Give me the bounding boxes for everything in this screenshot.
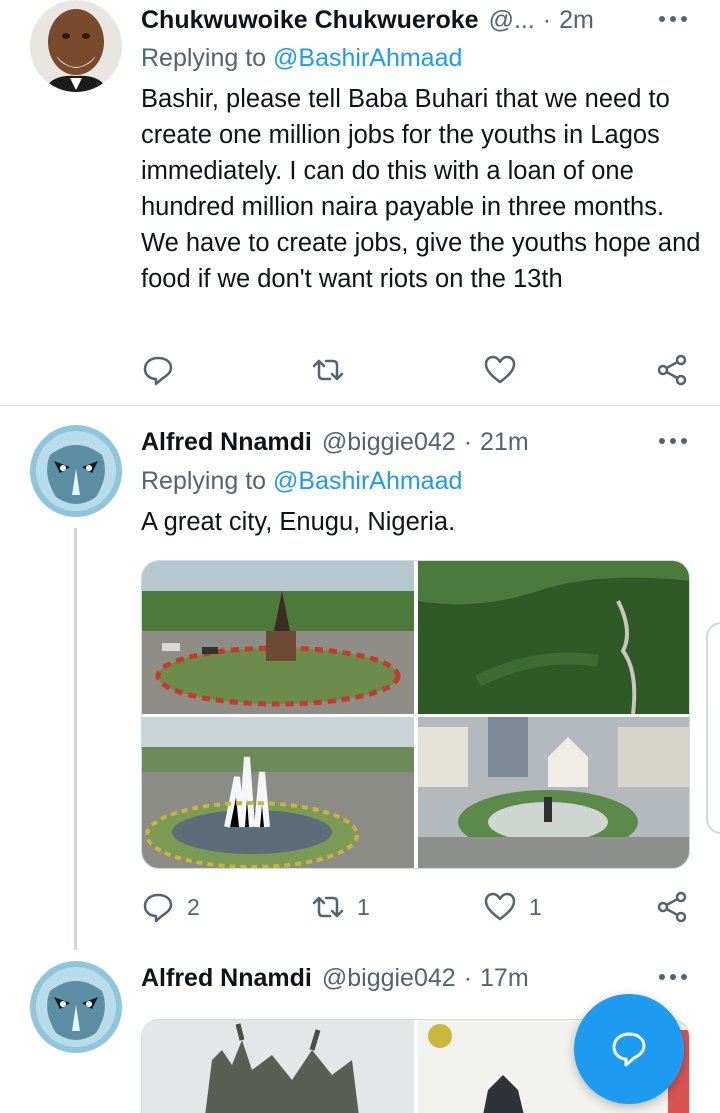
reply-icon bbox=[143, 356, 173, 386]
tweet-header: Alfred Nnamdi @biggie042 · 21m bbox=[141, 422, 720, 462]
user-handle[interactable]: @biggie042 bbox=[322, 428, 456, 457]
photo-hillside-road bbox=[418, 561, 689, 714]
share-icon bbox=[657, 891, 687, 923]
tweet-text: Bashir, please tell Baba Buhari that we … bbox=[141, 85, 701, 293]
heart-icon bbox=[484, 355, 516, 384]
avatar[interactable] bbox=[30, 961, 122, 1053]
avatar[interactable] bbox=[30, 425, 122, 517]
user-handle[interactable]: @... bbox=[489, 6, 535, 35]
retweet-count: 1 bbox=[357, 893, 370, 920]
mention-link[interactable]: @BashirAhmaad bbox=[273, 44, 462, 72]
reply-button[interactable]: 2 bbox=[141, 887, 200, 927]
reply-icon bbox=[143, 893, 173, 923]
like-button[interactable] bbox=[483, 350, 529, 390]
thread-line bbox=[74, 528, 77, 950]
display-name[interactable]: Alfred Nnamdi bbox=[141, 428, 312, 457]
media-photo-1[interactable] bbox=[142, 1020, 414, 1113]
photo-city-center bbox=[418, 717, 689, 868]
tweet-header: Alfred Nnamdi @biggie042 · 17m bbox=[141, 958, 720, 998]
display-name[interactable]: Alfred Nnamdi bbox=[141, 964, 312, 993]
more-options-button[interactable] bbox=[658, 426, 688, 456]
media-photo-4[interactable] bbox=[418, 717, 689, 868]
media-photo-1[interactable] bbox=[142, 561, 414, 714]
reply-button[interactable] bbox=[141, 350, 187, 390]
more-icon bbox=[659, 16, 687, 22]
media-photo-3[interactable] bbox=[142, 717, 414, 868]
scroll-edge-handle[interactable] bbox=[706, 622, 720, 834]
display-name[interactable]: Chukwuwoike Chukwueroke bbox=[141, 6, 479, 35]
tweet-1[interactable]: Chukwuwoike Chukwueroke @... · 2m Replyi… bbox=[0, 0, 720, 405]
compose-reply-icon bbox=[612, 1032, 646, 1067]
retweet-button[interactable]: 1 bbox=[311, 887, 370, 927]
more-options-button[interactable] bbox=[658, 962, 688, 992]
like-button[interactable]: 1 bbox=[483, 887, 542, 927]
separator: · bbox=[463, 963, 473, 992]
more-icon bbox=[659, 438, 687, 444]
heart-icon bbox=[484, 892, 516, 921]
replying-to: Replying to @BashirAhmaad bbox=[141, 467, 462, 496]
replying-to: Replying to @BashirAhmaad bbox=[141, 44, 462, 73]
tweet-actions bbox=[141, 350, 701, 390]
reply-count: 2 bbox=[187, 893, 200, 920]
timestamp[interactable]: 17m bbox=[480, 964, 529, 993]
replying-to-label: Replying to bbox=[141, 44, 274, 72]
avatar-image bbox=[30, 0, 122, 92]
share-icon bbox=[657, 354, 687, 386]
compose-reply-button[interactable] bbox=[574, 994, 684, 1104]
avatar-image bbox=[30, 425, 122, 517]
replying-to-label: Replying to bbox=[141, 467, 274, 495]
timestamp[interactable]: 2m bbox=[559, 6, 594, 35]
mention-link[interactable]: @BashirAhmaad bbox=[273, 467, 462, 495]
more-options-button[interactable] bbox=[658, 4, 688, 34]
photo-roundabout-statue bbox=[142, 561, 414, 714]
tweet-text: A great city, Enugu, Nigeria. bbox=[141, 508, 456, 536]
avatar[interactable] bbox=[30, 0, 122, 92]
photo-fountain bbox=[142, 717, 414, 868]
tweet-header: Chukwuwoike Chukwueroke @... · 2m bbox=[141, 0, 720, 40]
user-handle[interactable]: @biggie042 bbox=[322, 964, 456, 993]
separator: · bbox=[463, 427, 473, 456]
tweet-actions: 2 1 1 bbox=[141, 887, 701, 927]
media-photo-2[interactable] bbox=[418, 561, 689, 714]
avatar-image bbox=[30, 961, 122, 1053]
retweet-icon bbox=[312, 896, 344, 918]
share-button[interactable] bbox=[655, 350, 689, 390]
separator: · bbox=[542, 5, 552, 34]
tweet-2[interactable]: Alfred Nnamdi @biggie042 · 21m Replying … bbox=[0, 406, 720, 950]
retweet-icon bbox=[312, 359, 344, 381]
more-icon bbox=[659, 974, 687, 980]
media-grid bbox=[141, 560, 690, 869]
retweet-button[interactable] bbox=[311, 350, 357, 390]
share-button[interactable] bbox=[655, 887, 689, 927]
timestamp[interactable]: 21m bbox=[480, 428, 529, 457]
photo-statue-group bbox=[142, 1020, 414, 1113]
like-count: 1 bbox=[529, 893, 542, 920]
